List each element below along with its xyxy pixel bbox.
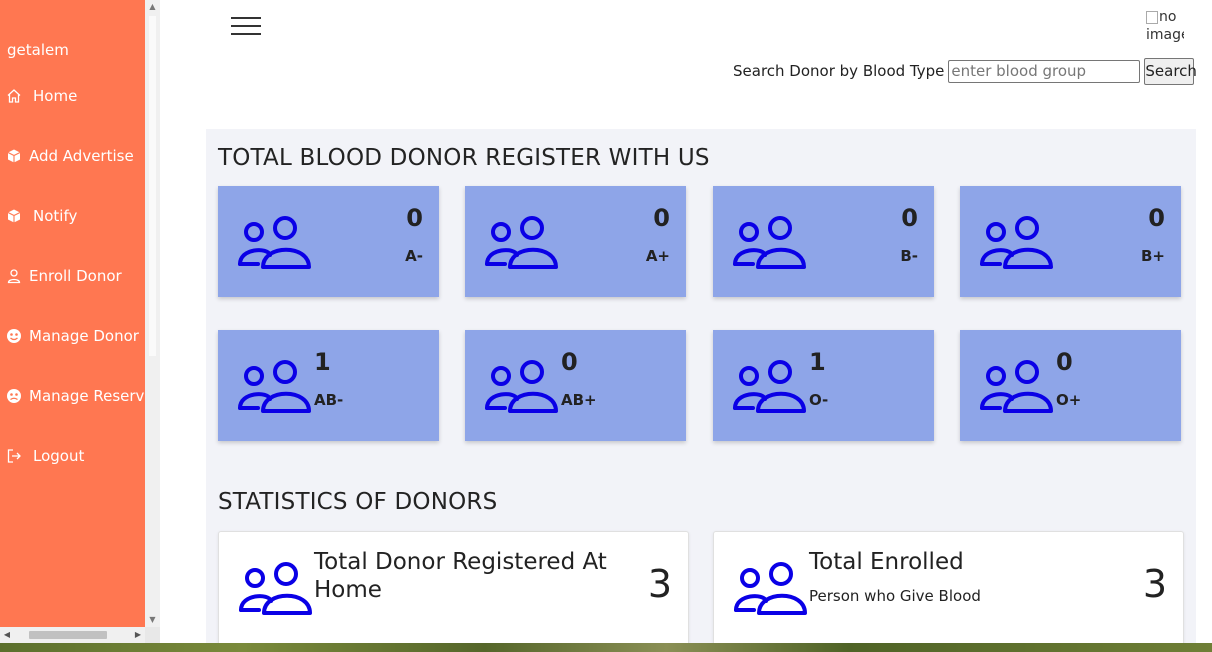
blood-type-label: O- (809, 391, 829, 409)
blood-type-count: 0 (406, 204, 423, 232)
avatar[interactable]: no image (1146, 8, 1184, 44)
blood-section-title: TOTAL BLOOD DONOR REGISTER WITH US (218, 145, 710, 171)
blood-type-label: O+ (1056, 391, 1082, 409)
blood-type-count: 1 (809, 348, 826, 376)
sidebar-item-home[interactable]: Home (6, 84, 77, 108)
desktop-background (0, 643, 1212, 652)
dashboard-panel: TOTAL BLOOD DONOR REGISTER WITH US 0 A- 0 A… (206, 129, 1196, 648)
people-icon (731, 358, 809, 420)
sidebar-item-manage-reservation[interactable]: Manage Reservation (6, 384, 145, 408)
stat-card-value: 3 (647, 562, 672, 606)
scroll-up-arrow-icon[interactable]: ▲ (145, 0, 160, 14)
stat-card-value: 3 (1142, 562, 1167, 606)
sidebar-horizontal-scrollbar[interactable]: ◀ ▶ (0, 627, 145, 643)
logout-icon (6, 448, 26, 464)
sidebar-item-logout[interactable]: Logout (6, 444, 84, 468)
user-icon (6, 268, 26, 284)
sidebar-item-enroll-donor[interactable]: Enroll Donor (6, 264, 122, 288)
search-bar: Search Donor by Blood Type Search (733, 57, 1197, 85)
cube-icon (6, 208, 26, 224)
people-icon (236, 358, 314, 420)
blood-type-count: 1 (314, 348, 331, 376)
blood-type-label: AB+ (561, 391, 597, 409)
sidebar-item-notify[interactable]: Notify (6, 204, 77, 228)
people-icon (237, 560, 315, 622)
stat-card-title: Total Enrolled (809, 549, 964, 575)
people-icon (731, 214, 809, 276)
blood-type-count: 0 (901, 204, 918, 232)
people-icon (236, 214, 314, 276)
blood-type-card: 0 AB+ (465, 330, 686, 441)
sidebar-item-label: Manage Reservation (29, 387, 145, 405)
blood-type-count: 0 (653, 204, 670, 232)
stat-card-title: Total Donor Registered At Home (314, 549, 607, 603)
blood-type-card: 1 AB- (218, 330, 439, 441)
sidebar-item-label: Enroll Donor (29, 267, 122, 285)
sidebar-vertical-scrollbar[interactable]: ▲ ▼ (145, 0, 160, 627)
blood-type-label: AB- (314, 391, 344, 409)
blood-type-label: B- (900, 247, 918, 265)
blood-type-card: 0 A+ (465, 186, 686, 297)
sidebar-item-label: Logout (33, 447, 85, 465)
scroll-left-arrow-icon[interactable]: ◀ (0, 627, 14, 643)
smile-icon (6, 388, 26, 404)
blood-type-count: 0 (1056, 348, 1073, 376)
sidebar-item-label: Notify (33, 207, 78, 225)
blood-type-label: B+ (1140, 247, 1165, 265)
blood-type-card: 1 O- (713, 330, 934, 441)
blood-type-label: A+ (645, 247, 670, 265)
blood-type-label: A- (405, 247, 423, 265)
scroll-right-arrow-icon[interactable]: ▶ (131, 627, 145, 643)
scrollbar-corner (145, 627, 160, 643)
search-label: Search Donor by Blood Type (733, 62, 945, 80)
blood-type-count: 0 (1148, 204, 1165, 232)
blood-type-card: 0 A- (218, 186, 439, 297)
people-icon (732, 560, 810, 622)
blood-type-card: 0 O+ (960, 330, 1181, 441)
blood-group-search-input[interactable] (948, 59, 1141, 83)
sidebar-username: getalem (7, 41, 69, 59)
blood-type-card: 0 B+ (960, 186, 1181, 297)
sidebar-item-label: Manage Donor (29, 327, 139, 345)
sidebar-item-add-advertise[interactable]: Add Advertise (6, 144, 134, 168)
home-icon (6, 88, 26, 104)
people-icon (978, 214, 1056, 276)
people-icon (978, 358, 1056, 420)
smile-icon (6, 328, 26, 344)
sidebar-item-label: Add Advertise (29, 147, 134, 165)
search-button[interactable]: Search (1144, 57, 1197, 85)
broken-image-icon (1146, 11, 1158, 24)
sidebar: getalem Home Add Advertise Notify Enroll… (0, 0, 145, 643)
stat-card-total-enrolled: Total Enrolled Person who Give Blood 3 (713, 531, 1184, 648)
sidebar-item-manage-donor[interactable]: Manage Donor (6, 324, 139, 348)
stat-card-subtitle: Person who Give Blood (809, 587, 981, 605)
stat-card-registered-at-home: Total Donor Registered At Home 3 (218, 531, 689, 648)
scroll-down-arrow-icon[interactable]: ▼ (145, 613, 160, 627)
blood-type-count: 0 (561, 348, 578, 376)
stats-section-title: STATISTICS OF DONORS (218, 489, 498, 515)
sidebar-item-label: Home (33, 87, 78, 105)
blood-type-card: 0 B- (713, 186, 934, 297)
people-icon (483, 358, 561, 420)
cube-icon (6, 148, 26, 164)
scrollbar-thumb[interactable] (149, 16, 156, 356)
scrollbar-thumb[interactable] (29, 631, 107, 639)
people-icon (483, 214, 561, 276)
menu-toggle-icon[interactable] (231, 17, 261, 37)
